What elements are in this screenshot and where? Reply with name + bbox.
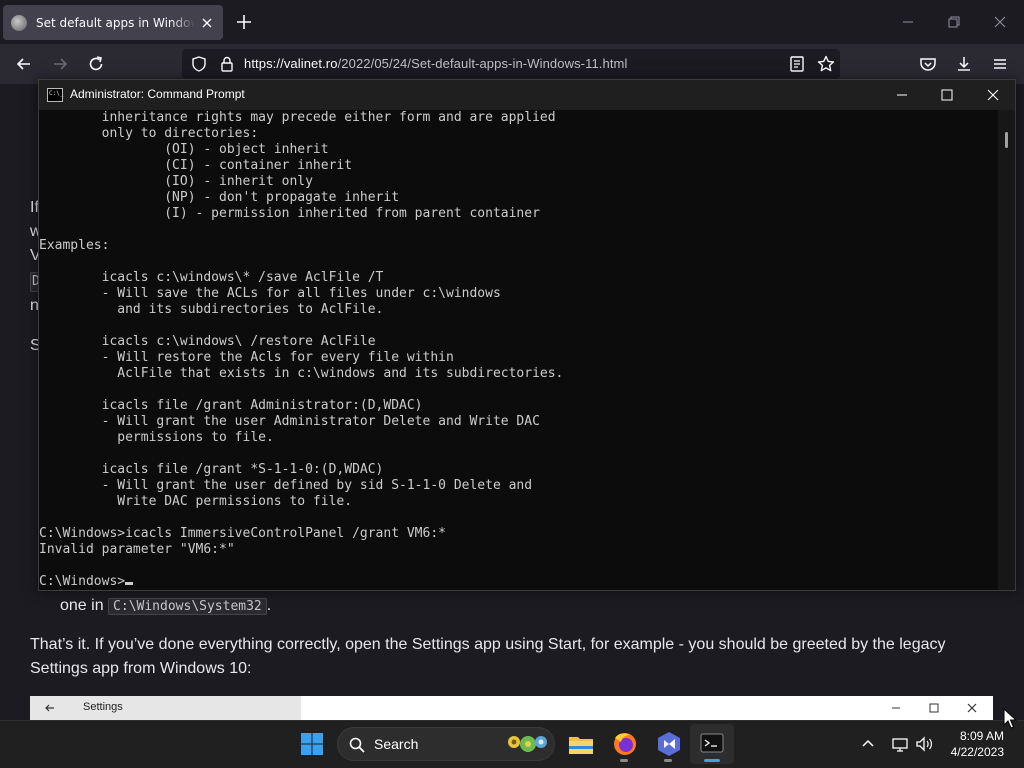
console-line: Examples:	[39, 238, 110, 253]
console-output-text: inheritance rights may precede either fo…	[39, 110, 999, 574]
minimize-icon[interactable]	[894, 87, 910, 103]
search-icon	[349, 737, 365, 753]
back-arrow-icon	[45, 704, 54, 712]
console-line: permissions to file.	[39, 430, 274, 445]
lock-icon[interactable]	[218, 55, 236, 73]
windows-start-icon[interactable]	[296, 728, 328, 760]
settings-screenshot-preview: Settings	[30, 696, 993, 720]
preview-minimize-icon	[892, 707, 900, 709]
volume-icon[interactable]	[914, 734, 934, 754]
article-paragraph-line: Settings app from Windows 10:	[30, 660, 252, 677]
pocket-icon[interactable]	[918, 54, 938, 74]
article-paragraph-line: That’s it. If you’ve done everything cor…	[30, 636, 946, 653]
console-line: icacls c:\windows\ /restore AclFile	[39, 334, 376, 349]
back-arrow-icon[interactable]	[14, 54, 34, 74]
console-line: inheritance rights may precede either fo…	[39, 110, 556, 125]
scrollbar-thumb[interactable]	[1005, 132, 1008, 148]
browser-tab-bar: Set default apps in Windows 11.html	[0, 0, 1024, 44]
console-line: - Will save the ACLs for all files under…	[39, 286, 501, 301]
search-highlight-flowers-icon	[508, 736, 547, 752]
console-line: (NP) - don't propagate inherit	[39, 190, 400, 205]
console-line: - Will grant the user defined by sid S-1…	[39, 478, 533, 493]
console-line: Invalid parameter "VM6:*"	[39, 542, 235, 557]
preview-close-icon	[967, 703, 977, 713]
chevron-up-icon[interactable]	[858, 734, 878, 754]
list-item-text: one in C:\Windows\System32.	[60, 594, 271, 619]
network-icon[interactable]	[890, 734, 910, 754]
console-app-icon: C:\_	[47, 88, 63, 102]
browser-tab[interactable]: Set default apps in Windows 11.html	[3, 5, 223, 40]
console-line: (CI) - container inherit	[39, 158, 353, 173]
preview-maximize-icon	[929, 703, 939, 713]
console-line: (OI) - object inherit	[39, 142, 329, 157]
site-favicon-icon	[11, 14, 27, 31]
firefox-running-indicator	[620, 759, 628, 762]
taskbar-search-box[interactable]: Search	[337, 727, 555, 761]
terminal-taskbar-button[interactable]	[690, 724, 734, 764]
console-line: (I) - permission inherited from parent c…	[39, 206, 540, 221]
forward-arrow-icon[interactable]	[50, 54, 70, 74]
new-tab-plus-icon[interactable]	[232, 12, 256, 32]
window-title: Administrator: Command Prompt	[70, 87, 245, 101]
console-line: and its subdirectories to AclFile.	[39, 302, 384, 317]
console-line: Write DAC permissions to file.	[39, 494, 353, 509]
inline-code-path: C:\Windows\System32	[108, 598, 267, 615]
url-host: https://valinet.ro	[244, 56, 338, 71]
list-item-prefix: one in	[60, 597, 104, 614]
console-scrollbar[interactable]	[998, 110, 1015, 590]
command-prompt-title-bar[interactable]: C:\_ Administrator: Command Prompt	[39, 80, 1015, 110]
downloads-icon[interactable]	[954, 54, 974, 74]
console-line: only to directories:	[39, 126, 259, 141]
clock-date: 4/22/2023	[950, 745, 1004, 759]
console-line: icacls file /grant Administrator:(D,WDAC…	[39, 398, 423, 413]
search-label: Search	[374, 736, 419, 752]
file-explorer-icon[interactable]	[565, 728, 597, 760]
settings-preview-sidebar	[30, 696, 301, 720]
console-prompt: C:\Windows>	[39, 574, 126, 589]
browser-restore-icon[interactable]	[944, 12, 964, 32]
vs-running-indicator	[664, 759, 672, 762]
shield-tracking-protection-icon[interactable]	[190, 55, 208, 73]
tab-close-icon[interactable]	[199, 15, 215, 31]
command-prompt-window[interactable]: C:\_ Administrator: Command Prompt inher…	[38, 79, 1016, 591]
terminal-active-indicator	[704, 759, 720, 762]
taskbar-clock[interactable]: 8:09 AM 4/22/2023	[951, 728, 1004, 760]
tab-title: Set default apps in Windows 11.html	[36, 15, 195, 30]
url-text[interactable]: https://valinet.ro/2022/05/24/Set-defaul…	[244, 56, 627, 71]
text-cursor	[125, 582, 134, 585]
visual-studio-icon[interactable]	[653, 728, 685, 760]
console-line: AclFile that exists in c:\windows and it…	[39, 366, 564, 381]
bookmark-star-icon[interactable]	[816, 54, 836, 74]
console-line: - Will grant the user Administrator Dele…	[39, 414, 540, 429]
console-output-area[interactable]: inheritance rights may precede either fo…	[39, 110, 999, 590]
menu-hamburger-icon[interactable]	[990, 54, 1010, 74]
close-icon[interactable]	[985, 87, 1001, 103]
console-line: (IO) - inherit only	[39, 174, 313, 189]
browser-close-icon[interactable]	[990, 12, 1010, 32]
console-line: - Will restore the Acls for every file w…	[39, 350, 454, 365]
console-line: C:\Windows>icacls ImmersiveControlPanel …	[39, 526, 446, 541]
browser-minimize-icon[interactable]	[898, 12, 918, 32]
maximize-icon[interactable]	[939, 87, 955, 103]
console-line: icacls file /grant *S-1-1-0:(D,WDAC)	[39, 462, 384, 477]
reader-view-icon[interactable]	[788, 55, 806, 73]
list-item-suffix: .	[266, 597, 272, 614]
reload-icon[interactable]	[86, 54, 106, 74]
settings-preview-title: Settings	[83, 701, 123, 713]
url-path: /2022/05/24/Set-default-apps-in-Windows-…	[337, 56, 628, 71]
console-line: icacls c:\windows\* /save AclFile /T	[39, 270, 384, 285]
clock-time: 8:09 AM	[959, 729, 1004, 743]
mouse-pointer-icon	[1003, 708, 1017, 729]
terminal-icon	[700, 733, 724, 753]
firefox-icon[interactable]	[609, 728, 641, 760]
